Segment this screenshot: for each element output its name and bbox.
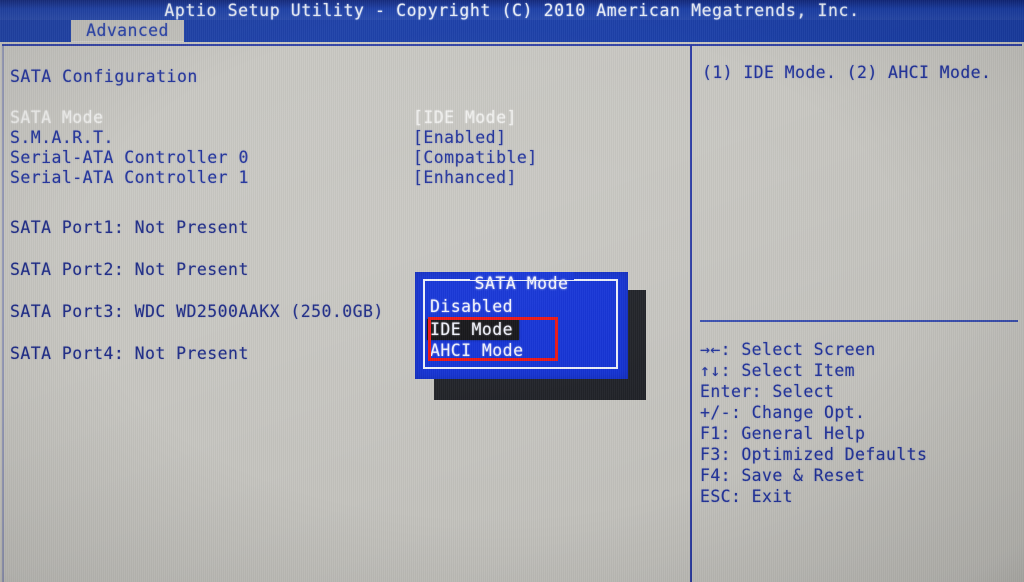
key-legend-item: →←: Select Screen <box>700 340 876 359</box>
sata-port-info: SATA Port1: Not Present <box>10 218 249 237</box>
help-panel: (1) IDE Mode. (2) AHCI Mode. →←: Select … <box>692 46 1024 582</box>
key-legend-item: F4: Save & Reset <box>700 466 866 485</box>
section-title: SATA Configuration <box>10 67 198 86</box>
key-legend-item: F3: Optimized Defaults <box>700 445 928 464</box>
key-legend-item: Enter: Select <box>700 382 835 401</box>
option-value[interactable]: [Enabled] <box>413 128 506 147</box>
option-row-sata-mode[interactable]: SATA Mode [IDE Mode] <box>0 108 688 128</box>
option-label: Serial-ATA Controller 0 <box>10 148 249 167</box>
option-label: Serial-ATA Controller 1 <box>10 168 249 187</box>
key-legend-item: F1: General Help <box>700 424 866 443</box>
key-legend-item: ESC: Exit <box>700 487 794 506</box>
option-value[interactable]: [IDE Mode] <box>413 108 517 127</box>
option-row-serial-ata-controller-1[interactable]: Serial-ATA Controller 1 [Enhanced] <box>0 168 688 188</box>
option-label: S.M.A.R.T. <box>10 128 114 147</box>
bios-setup-screen: Aptio Setup Utility - Copyright (C) 2010… <box>0 0 1024 582</box>
tab-advanced[interactable]: Advanced <box>71 20 184 42</box>
sata-port-info: SATA Port2: Not Present <box>10 260 249 279</box>
option-row-smart[interactable]: S.M.A.R.T. [Enabled] <box>0 128 688 148</box>
option-value[interactable]: [Enhanced] <box>413 168 517 187</box>
option-value[interactable]: [Compatible] <box>413 148 538 167</box>
popup-option-disabled[interactable]: Disabled <box>430 296 513 317</box>
option-row-serial-ata-controller-0[interactable]: Serial-ATA Controller 0 [Compatible] <box>0 148 688 168</box>
sata-port-info: SATA Port3: WDC WD2500AAKX (250.0GB) <box>10 302 384 321</box>
help-text: (1) IDE Mode. (2) AHCI Mode. <box>702 63 992 82</box>
sata-port-info: SATA Port4: Not Present <box>10 344 249 363</box>
page-title: Aptio Setup Utility - Copyright (C) 2010… <box>164 1 860 20</box>
key-legend-item: ↑↓: Select Item <box>700 361 856 380</box>
option-label: SATA Mode <box>10 108 104 127</box>
annotation-rectangle <box>428 317 558 361</box>
key-legend-item: +/-: Change Opt. <box>700 403 866 422</box>
popup-title: SATA Mode <box>474 274 569 293</box>
